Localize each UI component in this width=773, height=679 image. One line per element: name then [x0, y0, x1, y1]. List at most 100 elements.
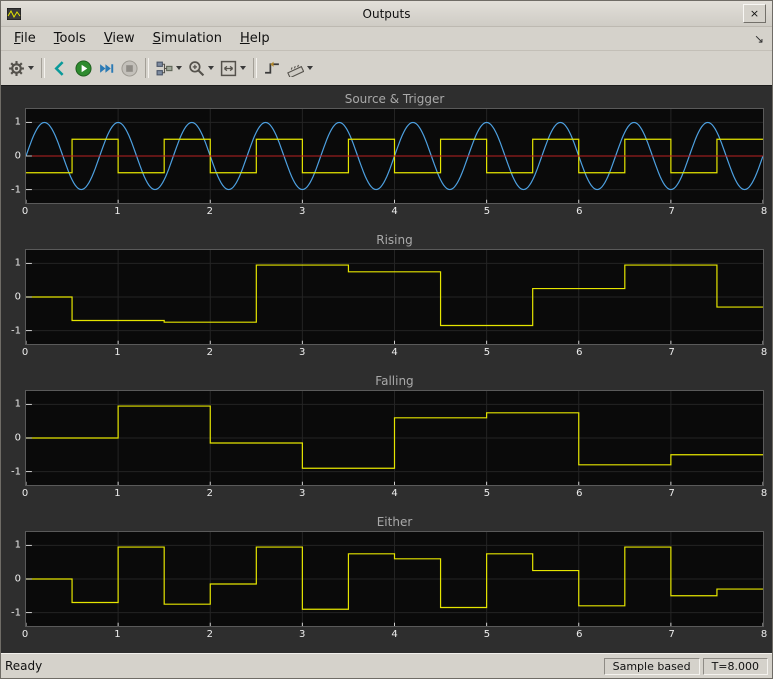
plot-rising: Rising -101 012345678: [3, 231, 764, 361]
x-tick-label: 8: [761, 629, 767, 640]
x-tick-label: 5: [484, 629, 490, 640]
status-bar: Ready Sample based T=8.000: [1, 653, 772, 678]
x-tick-label: 1: [114, 488, 120, 499]
x-tick-label: 1: [114, 206, 120, 217]
window-title: Outputs: [1, 7, 772, 21]
plot-title: Either: [3, 513, 764, 531]
x-tick-label: 8: [761, 488, 767, 499]
x-tick-label: 3: [299, 347, 305, 358]
x-tick-label: 5: [484, 347, 490, 358]
plot-title: Source & Trigger: [3, 90, 764, 108]
menu-help[interactable]: Help: [231, 29, 279, 48]
x-tick-label: 3: [299, 206, 305, 217]
y-tick-label: -1: [11, 185, 21, 196]
dropdown-caret-icon: [307, 66, 313, 70]
dropdown-caret-icon: [240, 66, 246, 70]
y-tick-label: 0: [15, 433, 21, 444]
toolbar-separator: [41, 58, 45, 78]
x-tick-label: 2: [207, 347, 213, 358]
plot-source-trigger: Source & Trigger -101 012345678: [3, 90, 764, 220]
trigger-icon: [264, 60, 281, 77]
x-axis-labels: 012345678: [25, 486, 764, 502]
ruler-icon: [287, 60, 304, 77]
zoom-icon: [188, 60, 205, 77]
gear-icon: [8, 60, 25, 77]
signal-selector-button[interactable]: [153, 55, 185, 81]
y-tick-label: -1: [11, 608, 21, 619]
x-axis-labels: 012345678: [25, 627, 764, 643]
x-tick-label: 3: [299, 629, 305, 640]
run-button[interactable]: [72, 55, 95, 81]
y-tick-label: 0: [15, 151, 21, 162]
fit-icon: [220, 60, 237, 77]
x-tick-label: 0: [22, 629, 28, 640]
fit-to-view-button[interactable]: [217, 55, 249, 81]
y-axis-labels: -1 0 1: [3, 249, 25, 345]
plot-falling: Falling -101 012345678: [3, 372, 764, 502]
menu-bar: File Tools View Simulation Help ↘: [1, 27, 772, 50]
plot-either: Either -1 0 1 0 1 2 3 4 5 6 7 8: [3, 513, 764, 643]
stop-icon: [121, 60, 138, 77]
back-arrow-icon: [52, 60, 69, 77]
x-tick-label: 4: [391, 206, 397, 217]
y-tick-label: 1: [15, 539, 21, 550]
x-tick-label: 2: [207, 488, 213, 499]
plot-area[interactable]: [25, 108, 764, 204]
y-axis-labels: -1 0 1: [3, 108, 25, 204]
y-axis-labels: -1 0 1: [3, 531, 25, 627]
close-button[interactable]: ×: [743, 4, 766, 23]
x-tick-label: 7: [668, 206, 674, 217]
y-tick-label: 1: [15, 257, 21, 268]
x-tick-label: 4: [391, 629, 397, 640]
stop-button[interactable]: [118, 55, 141, 81]
x-tick-label: 5: [484, 206, 490, 217]
trigger-button[interactable]: [261, 55, 284, 81]
cursor-measurements-button[interactable]: [284, 55, 316, 81]
x-tick-label: 0: [22, 347, 28, 358]
x-tick-label: 1: [114, 347, 120, 358]
dock-icon[interactable]: ↘: [754, 32, 764, 46]
plot-area[interactable]: [25, 531, 764, 627]
toolbar-separator: [145, 58, 149, 78]
x-tick-label: 6: [576, 629, 582, 640]
menu-simulation[interactable]: Simulation: [144, 29, 231, 48]
x-tick-label: 6: [576, 488, 582, 499]
dropdown-caret-icon: [208, 66, 214, 70]
title-bar[interactable]: Outputs ×: [1, 1, 772, 27]
y-axis-labels: -101: [3, 390, 25, 486]
x-tick-label: 8: [761, 206, 767, 217]
menu-file[interactable]: File: [5, 29, 45, 48]
plot-title: Falling: [3, 372, 764, 390]
y-tick-label: -1: [11, 326, 21, 337]
x-tick-label: 6: [576, 347, 582, 358]
zoom-button[interactable]: [185, 55, 217, 81]
x-tick-label: 5: [484, 488, 490, 499]
x-tick-label: 4: [391, 488, 397, 499]
plot-area[interactable]: [25, 390, 764, 486]
dropdown-caret-icon: [28, 66, 34, 70]
y-tick-label: 0: [15, 574, 21, 585]
menu-tools[interactable]: Tools: [45, 29, 95, 48]
menu-view[interactable]: View: [95, 29, 144, 48]
x-tick-label: 2: [207, 206, 213, 217]
x-axis-labels: 012345678: [25, 204, 764, 220]
x-tick-label: 2: [207, 629, 213, 640]
x-tick-label: 0: [22, 206, 28, 217]
toolbar-separator: [253, 58, 257, 78]
step-forward-button[interactable]: [95, 55, 118, 81]
highlight-simulink-block-button[interactable]: [49, 55, 72, 81]
dropdown-caret-icon: [176, 66, 182, 70]
plot-area[interactable]: [25, 249, 764, 345]
x-tick-label: 3: [299, 488, 305, 499]
x-tick-label: 8: [761, 347, 767, 358]
settings-button[interactable]: [5, 55, 37, 81]
x-axis-labels: 012345678: [25, 345, 764, 361]
y-tick-label: -1: [11, 467, 21, 478]
x-tick-label: 7: [668, 629, 674, 640]
blocks-icon: [156, 60, 173, 77]
y-tick-label: 0: [15, 292, 21, 303]
x-tick-label: 7: [668, 488, 674, 499]
y-tick-label: 1: [15, 116, 21, 127]
toolbar: [1, 50, 772, 85]
x-tick-label: 4: [391, 347, 397, 358]
